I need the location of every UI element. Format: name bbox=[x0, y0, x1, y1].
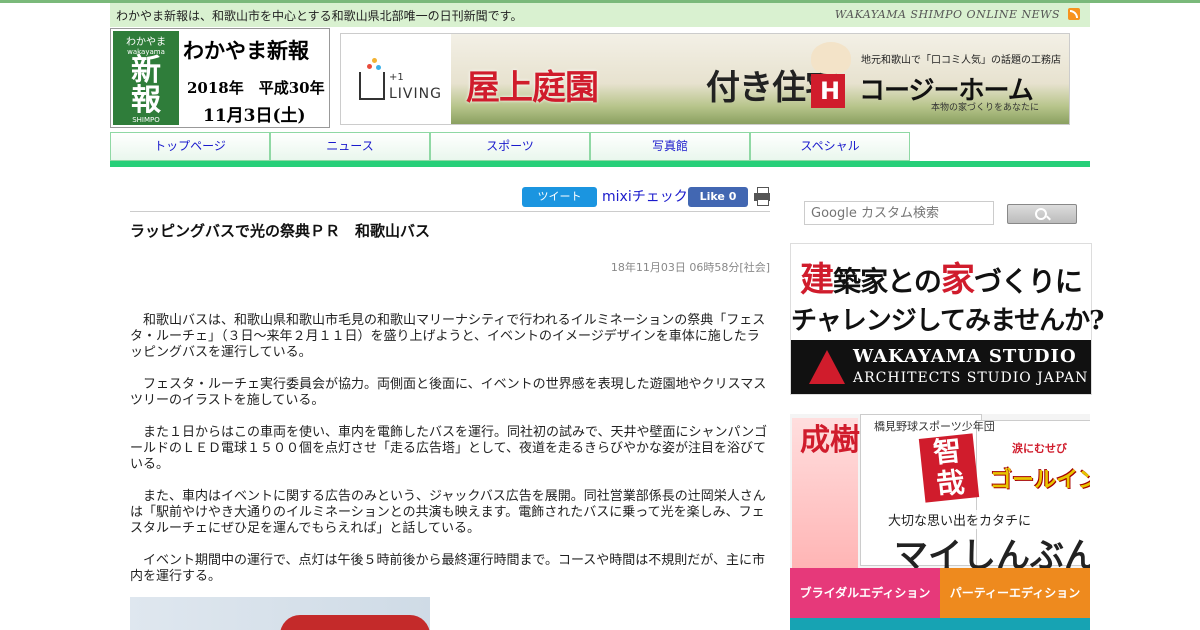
search-input[interactable] bbox=[805, 203, 997, 224]
nav-item-photos[interactable]: 写真館 bbox=[590, 132, 750, 161]
article-paragraph: イベント期間中の運行で、点灯は午後５時前後から最終運行時間まで。コースや時間は不… bbox=[130, 553, 766, 584]
online-news-label: WAKAYAMA SHIMPO ONLINE NEWS bbox=[834, 8, 1060, 21]
cozy-home-logo-icon bbox=[811, 74, 845, 108]
rss-icon[interactable] bbox=[1068, 8, 1080, 20]
nav-item-news[interactable]: ニュース bbox=[270, 132, 430, 161]
nav-item-sports[interactable]: スポーツ bbox=[430, 132, 590, 161]
site-logo[interactable]: わかやま wakayama 新 報 SHIMPO わかやま新報 2018年 平成… bbox=[110, 28, 330, 128]
ad-brand-sub: ARCHITECTS STUDIO JAPAN bbox=[853, 370, 1089, 386]
side-ad-my-shinbun[interactable]: 成樹 橋見野球スポーツ少年団 智哉 涙にむせび ゴールイン 大切な思い出をカタチ… bbox=[790, 414, 1090, 630]
issue-year: 2018年 平成30年 bbox=[187, 79, 325, 97]
top-ad-banner[interactable]: +1 LIVING 屋上庭園 付き住宅 地元和歌山で「口コミ人気」の話題の工務店… bbox=[340, 33, 1070, 125]
header-tagline-bar: わかやま新報は、和歌山市を中心とする和歌山県北部唯一の日刊新聞です。 WAKAY… bbox=[110, 3, 1090, 27]
ad-name-box: 智哉 bbox=[918, 433, 980, 503]
logo-mark: わかやま wakayama 新 報 SHIMPO bbox=[113, 31, 179, 125]
article-body: 和歌山バスは、和歌山県和歌山市毛見の和歌山マリーナシティで行われるイルミネーショ… bbox=[130, 313, 770, 601]
architects-logo-icon bbox=[805, 348, 849, 388]
article-paragraph: フェスタ・ルーチェ実行委員会が協力。両側面と後面に、イベントの世界感を表現した遊… bbox=[130, 377, 767, 408]
issue-date: 11月3日(土) bbox=[203, 106, 306, 126]
article-title: ラッピングバスで光の祭典ＰＲ 和歌山バス bbox=[130, 222, 431, 240]
nav-item-special[interactable]: スペシャル bbox=[750, 132, 910, 161]
nav-underline bbox=[110, 161, 1090, 167]
bus-image bbox=[280, 615, 430, 630]
tweet-button[interactable]: ツイート bbox=[522, 187, 597, 207]
mixi-check-link[interactable]: mixiチェック bbox=[602, 186, 688, 206]
ad-brand-strip: WAKAYAMA STUDIO ARCHITECTS STUDIO JAPAN bbox=[791, 340, 1091, 394]
article-paragraph: 和歌山バスは、和歌山県和歌山市毛見の和歌山マリーナシティで行われるイルミネーショ… bbox=[130, 313, 766, 360]
house-icon bbox=[359, 72, 385, 100]
ad-goal-small: 涙にむせび bbox=[1012, 442, 1067, 455]
facebook-like-button[interactable]: Like 0 bbox=[688, 187, 748, 207]
ad-headline-2: チャレンジしてみませんか? bbox=[791, 306, 1104, 336]
ad-brand-name: WAKAYAMA STUDIO bbox=[853, 346, 1077, 367]
search-box bbox=[804, 201, 997, 225]
logo-title: わかやま新報 bbox=[183, 38, 309, 63]
side-ad-architects[interactable]: 建築家との家づくりに チャレンジしてみませんか? WAKAYAMA STUDIO… bbox=[790, 243, 1104, 395]
party-edition-button[interactable]: パーティーエディション bbox=[940, 568, 1090, 618]
ad-caption-small: 大切な思い出をカタチに bbox=[886, 510, 1034, 529]
search-button[interactable] bbox=[1007, 204, 1077, 224]
nav-item-top[interactable]: トップページ bbox=[110, 132, 270, 161]
ad-headline-1: 建築家との家づくりに bbox=[800, 260, 1083, 300]
banner-slogan-red: 屋上庭園 bbox=[466, 68, 599, 108]
article-paragraph: また１日からはこの車両を使い、車内を電飾したバスを運行。同社初の試みで、天井や壁… bbox=[130, 425, 768, 472]
site-tagline: わかやま新報は、和歌山市を中心とする和歌山県北部唯一の日刊新聞です。 bbox=[116, 9, 523, 23]
main-nav: トップページ ニュース スポーツ 写真館 スペシャル bbox=[110, 132, 1090, 161]
mascot-dog-icon bbox=[811, 42, 851, 74]
bridal-edition-button[interactable]: ブライダルエディション bbox=[790, 568, 940, 618]
article-meta: 18年11月03日 06時58分[社会] bbox=[610, 261, 770, 274]
print-icon[interactable] bbox=[754, 187, 770, 206]
ad-bottom-strip bbox=[790, 618, 1090, 630]
article-photo bbox=[130, 597, 430, 630]
ad-big-name: 成樹 bbox=[800, 423, 860, 458]
living-dots-icon bbox=[367, 58, 381, 72]
plus-one-living-logo: +1 LIVING bbox=[359, 58, 449, 108]
ad-paper-headline: 橋見野球スポーツ少年団 bbox=[874, 420, 995, 433]
article-paragraph: また、車内はイベントに関する広告のみという、ジャックバス広告を展開。同社営業部係… bbox=[130, 489, 766, 536]
banner-subtext-bottom: 本物の家づくりをあなたに bbox=[931, 103, 1040, 113]
ad-goal: ゴールイン bbox=[990, 468, 1090, 493]
article-divider bbox=[130, 211, 770, 212]
banner-subtext-top: 地元和歌山で「口コミ人気」の話題の工務店 bbox=[861, 55, 1061, 66]
